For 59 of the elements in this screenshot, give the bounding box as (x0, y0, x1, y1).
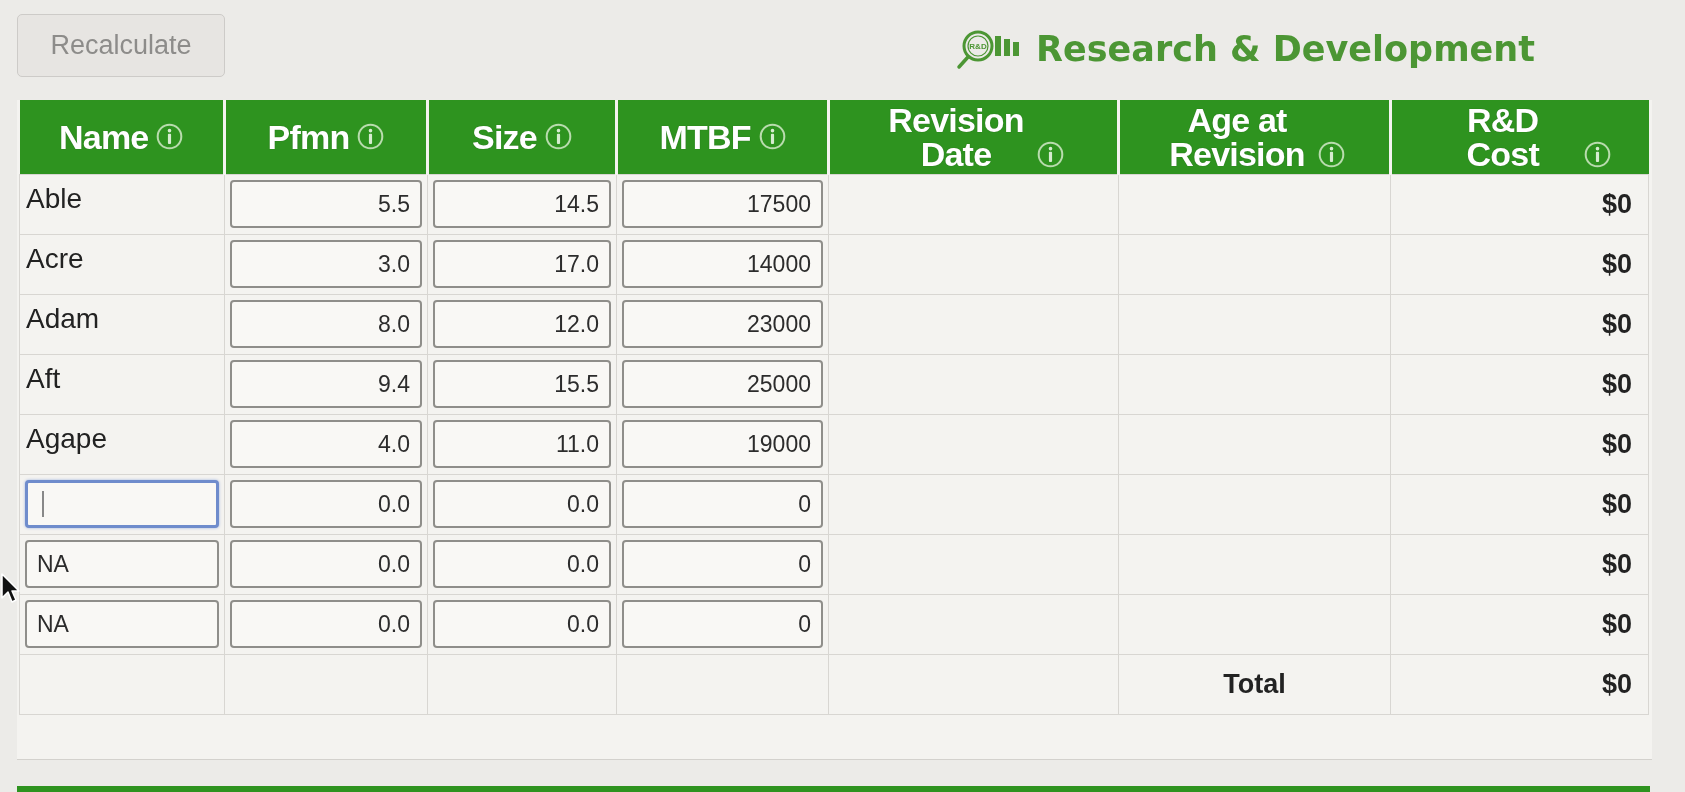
text-cursor-icon (42, 491, 44, 517)
cost-cell: $0 (1390, 174, 1649, 234)
mouse-pointer-icon (0, 572, 20, 604)
mtbf-field[interactable]: 23000 (622, 300, 823, 348)
name-field[interactable]: NA (25, 540, 219, 588)
column-header-label: Age at Revision (1168, 102, 1306, 171)
name-cell: Adam (19, 294, 225, 354)
size-field[interactable]: 0.0 (433, 600, 611, 648)
total-label: Total (1118, 654, 1391, 714)
pfmn-field[interactable]: 8.0 (230, 300, 422, 348)
total-cost-cell: $0 (1390, 654, 1649, 714)
pfmn-field[interactable]: 5.5 (230, 180, 422, 228)
size-field[interactable]: 0.0 (433, 540, 611, 588)
mtbf-field[interactable]: 0 (622, 480, 823, 528)
mtbf-field[interactable]: 0 (622, 600, 823, 648)
name-field[interactable]: NA (25, 600, 219, 648)
name-cell: Acre (19, 234, 225, 294)
cost-cell: $0 (1390, 354, 1649, 414)
info-icon[interactable] (1583, 140, 1611, 168)
mtbf-field[interactable]: 17500 (622, 180, 823, 228)
size-field[interactable]: 15.5 (433, 360, 611, 408)
info-icon[interactable] (1318, 140, 1346, 168)
column-header-label: MTBF (659, 119, 751, 154)
size-field[interactable]: 12.0 (433, 300, 611, 348)
size-field[interactable]: 17.0 (433, 240, 611, 288)
info-icon[interactable] (758, 123, 786, 151)
pfmn-field[interactable]: 9.4 (230, 360, 422, 408)
mtbf-field[interactable]: 25000 (622, 360, 823, 408)
column-header-label: Size (472, 119, 537, 154)
pfmn-field[interactable]: 0.0 (230, 540, 422, 588)
cost-cell: $0 (1390, 594, 1649, 654)
size-field[interactable]: 14.5 (433, 180, 611, 228)
pfmn-field[interactable]: 0.0 (230, 480, 422, 528)
pfmn-field[interactable]: 0.0 (230, 600, 422, 648)
mtbf-field[interactable]: 14000 (622, 240, 823, 288)
cost-cell: $0 (1390, 234, 1649, 294)
info-icon[interactable] (1037, 140, 1065, 168)
cost-cell: $0 (1390, 294, 1649, 354)
info-icon[interactable] (156, 123, 184, 151)
size-field[interactable]: 0.0 (433, 480, 611, 528)
column-header-label: R&D Cost (1465, 102, 1541, 171)
name-cell: Agape (19, 414, 225, 474)
info-icon[interactable] (544, 123, 572, 151)
column-header-label: Name (59, 119, 149, 154)
name-cell: Aft (19, 354, 225, 414)
mtbf-field[interactable]: 19000 (622, 420, 823, 468)
column-header-label: Pfmn (267, 119, 350, 154)
pfmn-field[interactable]: 3.0 (230, 240, 422, 288)
column-header-label: Revision Date (887, 102, 1025, 171)
cost-cell: $0 (1390, 534, 1649, 594)
cost-cell: $0 (1390, 474, 1649, 534)
info-icon[interactable] (357, 123, 385, 151)
pfmn-field[interactable]: 4.0 (230, 420, 422, 468)
name-cell: Able (19, 174, 225, 234)
page-title: Research & Development (1036, 28, 1535, 70)
name-field[interactable] (25, 480, 219, 528)
size-field[interactable]: 11.0 (433, 420, 611, 468)
mtbf-field[interactable]: 0 (622, 540, 823, 588)
cost-cell: $0 (1390, 414, 1649, 474)
